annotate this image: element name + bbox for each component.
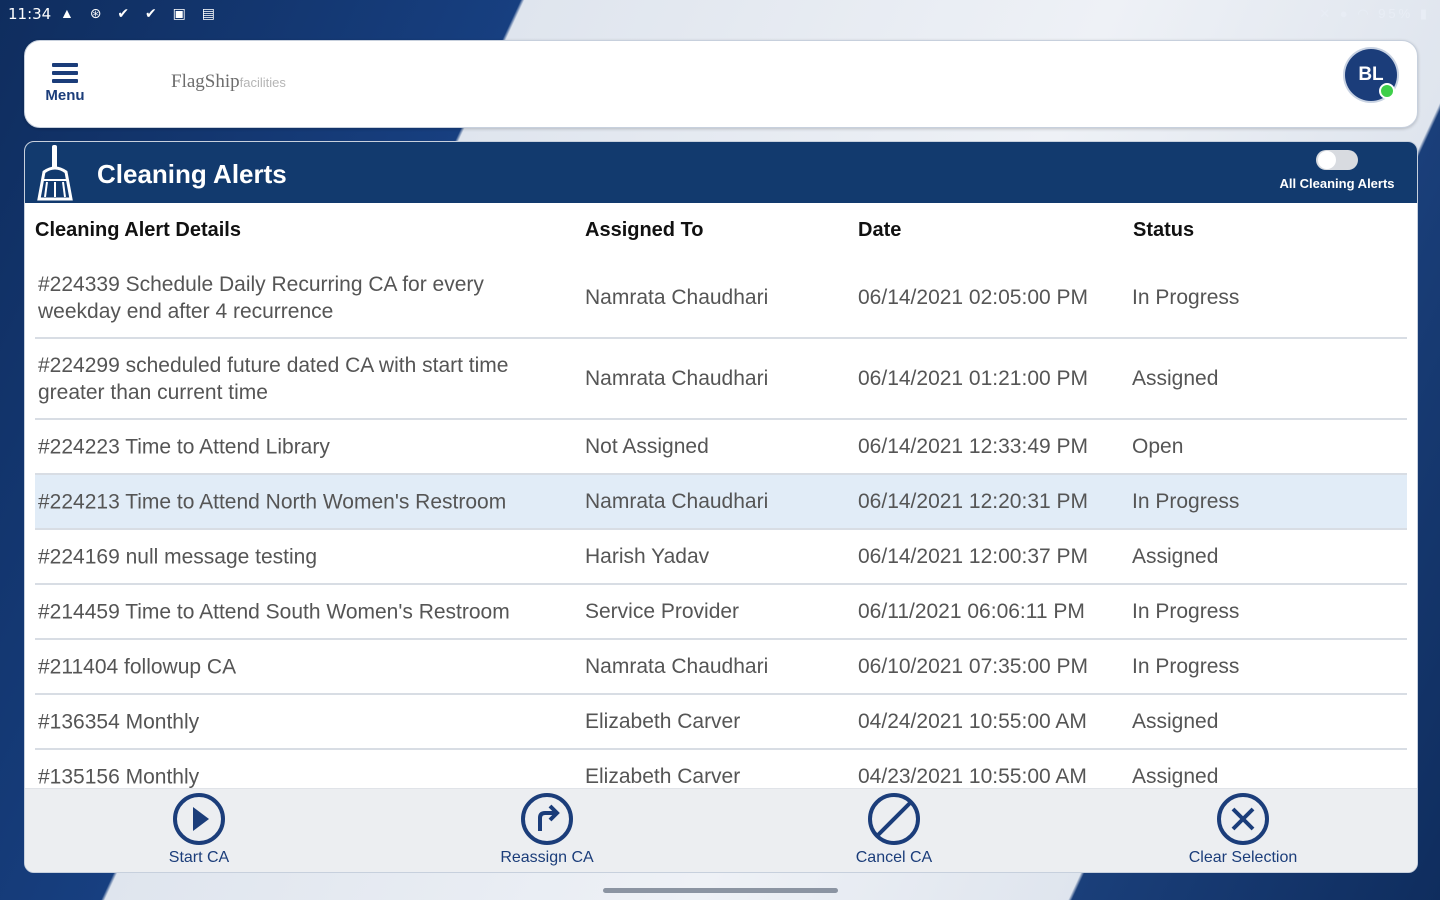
cancel-ca-button[interactable]: Cancel CA <box>804 789 984 867</box>
alert-date: 04/23/2021 10:55:00 AM <box>858 764 1087 788</box>
cancel-slash-icon <box>868 793 920 845</box>
avatar-initials: BL <box>1358 64 1384 85</box>
alert-assigned: Harish Yadav <box>585 544 710 568</box>
start-ca-button[interactable]: Start CA <box>109 789 289 867</box>
alert-date: 06/14/2021 02:05:00 PM <box>858 285 1089 309</box>
notification-icons: ▲ ⊛ ✔ ✔ ▣ ▤ <box>60 5 221 21</box>
mute-icon: ✕ <box>1319 6 1334 21</box>
alert-status: In Progress <box>1132 489 1240 513</box>
alert-status: In Progress <box>1132 654 1240 678</box>
system-tray: ✕ ● ◠ 95% ▮ <box>1319 6 1430 22</box>
panel-title: Cleaning Alerts <box>97 159 287 189</box>
alert-assigned: Namrata Chaudhari <box>585 489 769 513</box>
alert-details: #136354 Monthly <box>38 710 200 733</box>
alert-status: Assigned <box>1132 366 1219 390</box>
alert-date: 06/14/2021 12:20:31 PM <box>858 489 1089 513</box>
toggle-label: All Cleaning Alerts <box>1279 176 1395 191</box>
column-header-status[interactable]: Status <box>1133 219 1194 242</box>
clear-x-icon <box>1217 793 1269 845</box>
alert-assigned: Elizabeth Carver <box>585 764 741 788</box>
alert-assigned: Namrata Chaudhari <box>585 366 769 390</box>
broom-icon <box>37 145 73 201</box>
all-alerts-toggle[interactable] <box>1316 150 1358 170</box>
alert-status: Open <box>1132 434 1184 458</box>
status-bar: 11:34 ▲ ⊛ ✔ ✔ ▣ ▤ ✕ ● ◠ 95% ▮ <box>0 0 1440 30</box>
panel-header: Cleaning Alerts All Cleaning Alerts <box>25 142 1417 203</box>
status-time: 11:34 <box>8 5 52 23</box>
play-icon <box>173 793 225 845</box>
table-row[interactable]: #211404 followup CA Namrata Chaudhari 06… <box>35 640 1407 695</box>
alert-status: In Progress <box>1132 285 1240 309</box>
alert-status: Assigned <box>1132 544 1219 568</box>
alerts-table: #224339 Schedule Daily Recurring CA for … <box>35 258 1407 803</box>
alert-date: 06/14/2021 12:33:49 PM <box>858 434 1089 458</box>
cleaning-alerts-panel: Cleaning Alerts All Cleaning Alerts Clea… <box>24 141 1418 873</box>
app-logo: FlagShipfacilities <box>171 71 286 93</box>
table-row[interactable]: #224223 Time to Attend Library Not Assig… <box>35 420 1407 475</box>
wifi-icon: ◠ <box>1357 6 1372 21</box>
alert-details: #214459 Time to Attend South Women's Res… <box>38 600 510 623</box>
alert-date: 06/14/2021 01:21:00 PM <box>858 366 1089 390</box>
alert-status: In Progress <box>1132 599 1240 623</box>
logo-main: FlagShip <box>171 71 240 92</box>
all-alerts-toggle-group: All Cleaning Alerts <box>1267 150 1407 191</box>
alert-date: 06/11/2021 06:06:11 PM <box>858 599 1085 623</box>
online-status-dot <box>1379 83 1395 99</box>
cancel-ca-label: Cancel CA <box>855 849 933 866</box>
table-row[interactable]: #224169 null message testing Harish Yada… <box>35 530 1407 585</box>
menu-button[interactable]: Menu <box>37 59 93 115</box>
alert-assigned: Not Assigned <box>585 434 709 458</box>
alert-assigned: Elizabeth Carver <box>585 709 741 733</box>
reassign-ca-label: Reassign CA <box>500 849 594 866</box>
alert-assigned: Namrata Chaudhari <box>585 285 769 309</box>
location-icon: ● <box>1339 6 1351 21</box>
alert-status: Assigned <box>1132 709 1219 733</box>
alert-details: #224339 Schedule Daily Recurring CA for … <box>38 272 484 323</box>
home-indicator[interactable] <box>603 888 838 893</box>
table-row[interactable]: #214459 Time to Attend South Women's Res… <box>35 585 1407 640</box>
hamburger-icon <box>52 63 78 83</box>
clear-selection-button[interactable]: Clear Selection <box>1153 789 1333 867</box>
menu-label: Menu <box>45 87 85 104</box>
table-row[interactable]: #224339 Schedule Daily Recurring CA for … <box>35 258 1407 339</box>
alert-details: #224299 scheduled future dated CA with s… <box>38 353 509 404</box>
alert-details: #135156 Monthly <box>38 765 200 788</box>
start-ca-label: Start CA <box>168 849 230 866</box>
column-header-assigned[interactable]: Assigned To <box>585 219 704 242</box>
alert-status: Assigned <box>1132 764 1219 788</box>
battery-level: 95% <box>1378 6 1414 21</box>
alert-assigned: Service Provider <box>585 599 740 623</box>
alert-date: 04/24/2021 10:55:00 AM <box>858 709 1087 733</box>
alert-details: #224223 Time to Attend Library <box>38 435 330 458</box>
table-row[interactable]: #224299 scheduled future dated CA with s… <box>35 339 1407 420</box>
logo-sub: facilities <box>239 75 286 90</box>
alert-details: #224169 null message testing <box>38 545 318 568</box>
table-row[interactable]: #136354 Monthly Elizabeth Carver 04/24/2… <box>35 695 1407 750</box>
action-bar: Start CA Reassign CA Cancel CA Clear Sel… <box>25 788 1417 872</box>
column-header-date[interactable]: Date <box>858 219 901 242</box>
alert-date: 06/10/2021 07:35:00 PM <box>858 654 1089 678</box>
app-header: Menu FlagShipfacilities BL <box>24 40 1418 128</box>
alert-assigned: Namrata Chaudhari <box>585 654 769 678</box>
table-row-selected[interactable]: #224213 Time to Attend North Women's Res… <box>35 475 1407 530</box>
user-avatar[interactable]: BL <box>1345 49 1397 101</box>
alert-details: #224213 Time to Attend North Women's Res… <box>38 490 507 513</box>
reassign-ca-button[interactable]: Reassign CA <box>457 789 637 867</box>
reassign-arrow-icon <box>521 793 573 845</box>
clear-selection-label: Clear Selection <box>1188 849 1298 866</box>
column-header-details[interactable]: Cleaning Alert Details <box>35 219 241 242</box>
battery-icon: ▮ <box>1419 6 1430 21</box>
alert-date: 06/14/2021 12:00:37 PM <box>858 544 1089 568</box>
alert-details: #211404 followup CA <box>38 655 237 678</box>
